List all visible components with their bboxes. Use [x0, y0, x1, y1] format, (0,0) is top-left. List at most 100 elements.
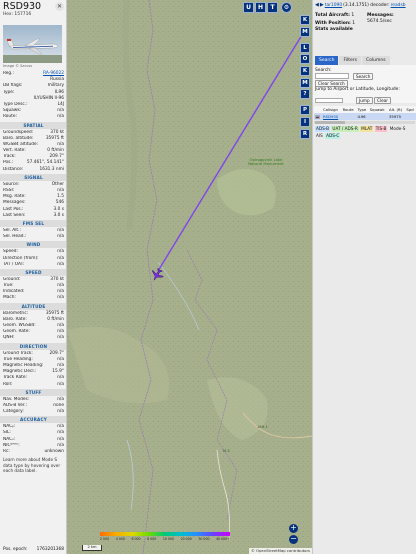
- altitude-color-bar: [100, 532, 230, 536]
- toggle-i-button[interactable]: I: [300, 116, 310, 127]
- toggle-t-button[interactable]: T: [267, 2, 278, 13]
- aircraft-table: Callsign Route Type Squawk Alt. (ft) Spd…: [314, 106, 416, 120]
- toggle-p-button[interactable]: P: [300, 105, 310, 116]
- settings-button[interactable]: ⚙: [281, 2, 292, 13]
- search-input[interactable]: [315, 73, 349, 79]
- section-header-spatial[interactable]: SPATIAL: [0, 121, 66, 129]
- toggle-k-button[interactable]: K: [300, 65, 310, 76]
- tab-search[interactable]: Search: [315, 56, 339, 65]
- close-icon[interactable]: ✕: [55, 2, 64, 11]
- toggle-u-button[interactable]: U: [243, 2, 254, 13]
- scrollbar-thumb[interactable]: [315, 121, 345, 124]
- aircraft-details: Reg.: RA-96022 Russia DB flags: military Type…: [0, 71, 66, 474]
- zoom-controls: + −: [289, 524, 298, 544]
- help-button[interactable]: ?: [300, 89, 310, 100]
- position-epoch: Pos. epoch: 1763201368: [0, 546, 66, 554]
- legend-tick: 6 000: [131, 537, 141, 541]
- stats-block: Total Aircraft: 1 With Position: 1 Stats…: [313, 10, 416, 36]
- toggle-m-button-a[interactable]: M: [300, 26, 310, 37]
- aircraft-hex: Hex: 157716: [3, 12, 32, 17]
- column-header[interactable]: Route: [341, 106, 357, 113]
- zoom-out-button[interactable]: −: [289, 535, 298, 544]
- row-altitude: 35975: [387, 113, 406, 120]
- column-header[interactable]: Callsign: [321, 106, 342, 113]
- data-help-note: Learn more about Mode S data type by hov…: [3, 457, 61, 474]
- row-callsign[interactable]: RSD930: [321, 113, 342, 120]
- aircraft-info-panel: RSD930 Hex: 157716 ✕ Image © Saruss Reg.…: [0, 0, 67, 554]
- table-scrollbar[interactable]: [314, 121, 415, 124]
- map-scale: 2 km: [82, 545, 102, 551]
- detail-value: n/a: [57, 409, 64, 415]
- toggle-m-button[interactable]: M: [300, 77, 310, 88]
- tab-columns[interactable]: Columns: [361, 56, 390, 65]
- legend-tick: 2 000: [100, 537, 110, 541]
- toggle-h-button[interactable]: H: [255, 2, 266, 13]
- detail-row: Category: n/a: [0, 409, 66, 415]
- identity-label: Type:: [3, 89, 15, 95]
- detail-label: Rc:: [3, 449, 10, 454]
- detail-label: TAT / OAT:: [3, 261, 25, 267]
- total-aircraft-label: Total Aircraft:: [315, 13, 350, 18]
- jump-input[interactable]: [315, 98, 343, 103]
- jump-button[interactable]: Jump: [356, 97, 373, 104]
- map-attribution[interactable]: © OpenStreetMap contributors: [249, 548, 312, 554]
- section-header-direction[interactable]: DIRECTION: [0, 342, 66, 350]
- aircraft-photo[interactable]: [3, 25, 62, 63]
- photo-credit: Image © Saruss: [3, 64, 33, 68]
- section-header-accuracy[interactable]: ACCURACY: [0, 416, 66, 424]
- table-row[interactable]: RSD930 IL96 35975: [314, 113, 416, 120]
- section-header-stuff[interactable]: STUFF: [0, 388, 66, 396]
- column-header[interactable]: Squawk: [368, 106, 388, 113]
- stats-available[interactable]: Stats available: [315, 27, 414, 33]
- tab-filters[interactable]: Filters: [339, 56, 361, 65]
- position-epoch-label: Pos. epoch:: [3, 547, 28, 552]
- clear-jump-button[interactable]: Clear: [374, 97, 391, 104]
- map-tiles: [67, 0, 312, 554]
- section-header-speed[interactable]: SPEED: [0, 268, 66, 276]
- detail-value: n/a: [57, 381, 64, 387]
- zoom-in-button[interactable]: +: [289, 524, 298, 533]
- collapse-left-icon[interactable]: ◀: [315, 2, 319, 8]
- section-header-signal[interactable]: SIGNAL: [0, 173, 66, 181]
- column-header[interactable]: Alt. (ft): [387, 106, 406, 113]
- section-header-altitude[interactable]: ALTITUDE: [0, 302, 66, 310]
- detail-row: Sel. Head.: n/a: [0, 234, 66, 240]
- russia-flag-icon: [315, 115, 320, 119]
- toggle-k-button-a[interactable]: K: [300, 15, 310, 25]
- toggle-r-button[interactable]: R: [300, 128, 310, 139]
- detail-row: Roll: n/a: [0, 381, 66, 388]
- section-header-wind[interactable]: WIND: [0, 241, 66, 249]
- detail-row: Distance: 1631.3 nmi: [0, 167, 66, 173]
- detail-label: Roll:: [3, 381, 13, 387]
- row-type: IL96: [356, 113, 369, 120]
- detail-row: QNH: n/a: [0, 335, 66, 341]
- detail-value: 3.0 s: [53, 212, 64, 218]
- panel-tabs: Search Filters Columns: [313, 56, 416, 65]
- map-view[interactable]: Ostrogovnik Lake Natural Monument 18Н-1 …: [67, 0, 312, 554]
- map-side-toolbar: K M L O K M ? P I R: [300, 15, 310, 139]
- aircraft-callsign: RSD930: [3, 1, 42, 12]
- column-header[interactable]: [314, 106, 322, 113]
- detail-value: n/a: [57, 295, 64, 301]
- column-header[interactable]: Type: [356, 106, 369, 113]
- legend-tick: 4 000: [115, 537, 125, 541]
- toggle-l-button[interactable]: L: [300, 42, 310, 53]
- toggle-o-button[interactable]: O: [300, 54, 310, 65]
- search-button[interactable]: Search: [353, 72, 374, 80]
- row-speed: [405, 113, 416, 120]
- jump-label: Jump to Airport or Latitude, Longitude:: [315, 87, 400, 92]
- legend-tick: 20 000: [180, 537, 192, 541]
- section-header-fms-sel[interactable]: FMS SEL: [0, 219, 66, 227]
- messages-value: 5674.5/sec: [367, 19, 392, 24]
- aircraft-header: RSD930 Hex: 157716 ✕: [0, 0, 66, 22]
- identity-value: n/a: [57, 114, 64, 120]
- column-header[interactable]: Spd: [405, 106, 416, 113]
- legend-tick: 30 000: [198, 537, 210, 541]
- version-text: (3.14.1751) decoder:: [343, 2, 390, 8]
- detail-label: Sel. Head.:: [3, 234, 27, 240]
- decoder-link[interactable]: readsb: [391, 3, 406, 8]
- expand-right-icon[interactable]: ▶: [320, 2, 324, 8]
- clear-search-button[interactable]: Clear Search: [315, 80, 348, 87]
- airplane-photo-image: [3, 25, 62, 63]
- version-link[interactable]: tar1090: [325, 3, 342, 8]
